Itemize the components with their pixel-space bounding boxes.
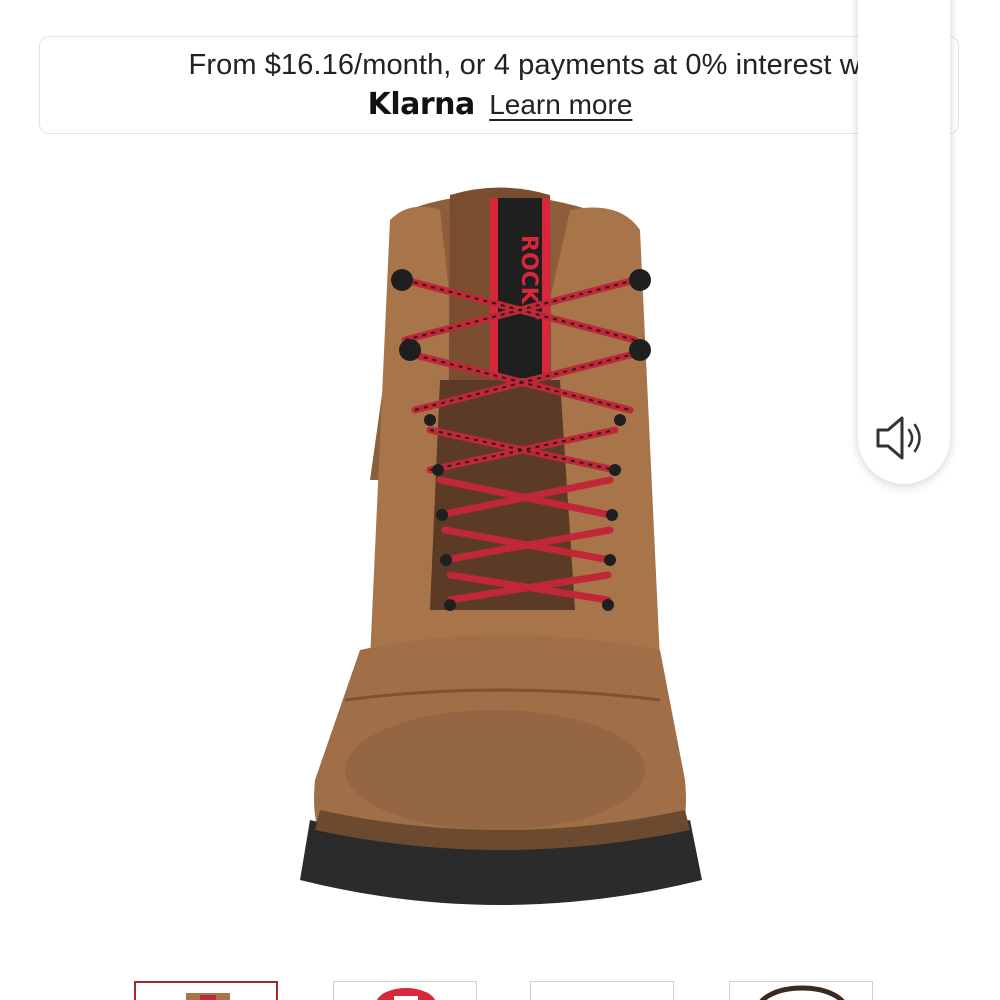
work-boot-icon: ROCKY (300, 187, 702, 905)
floating-side-panel (858, 0, 950, 484)
thumbnail-1[interactable] (134, 981, 278, 1000)
boot-thumbnail-icon (531, 982, 673, 1000)
learn-more-link[interactable]: Learn more (489, 89, 632, 120)
speaker-icon (876, 416, 921, 460)
thumbnail-3[interactable] (530, 981, 674, 1000)
boot-thumbnail-icon (759, 985, 845, 1000)
product-main-image[interactable]: ROCKY (290, 180, 710, 920)
boot-thumbnail-icon (186, 993, 230, 1000)
klarna-row: Klarna Learn more (40, 87, 958, 122)
thumbnail-4[interactable] (729, 981, 873, 1000)
financing-text: From $16.16/month, or 4 payments at 0% i… (188, 49, 876, 81)
klarna-logo: Klarna (367, 87, 476, 122)
financing-text-row: From $16.16/month, or 4 payments at 0% i… (40, 49, 958, 82)
product-page: From $16.16/month, or 4 payments at 0% i… (0, 0, 1000, 1000)
boot-thumbnail-icon (376, 988, 436, 1000)
sound-toggle-button[interactable] (872, 410, 936, 466)
thumbnail-2[interactable] (333, 981, 477, 1000)
klarna-financing-banner: From $16.16/month, or 4 payments at 0% i… (39, 36, 959, 134)
